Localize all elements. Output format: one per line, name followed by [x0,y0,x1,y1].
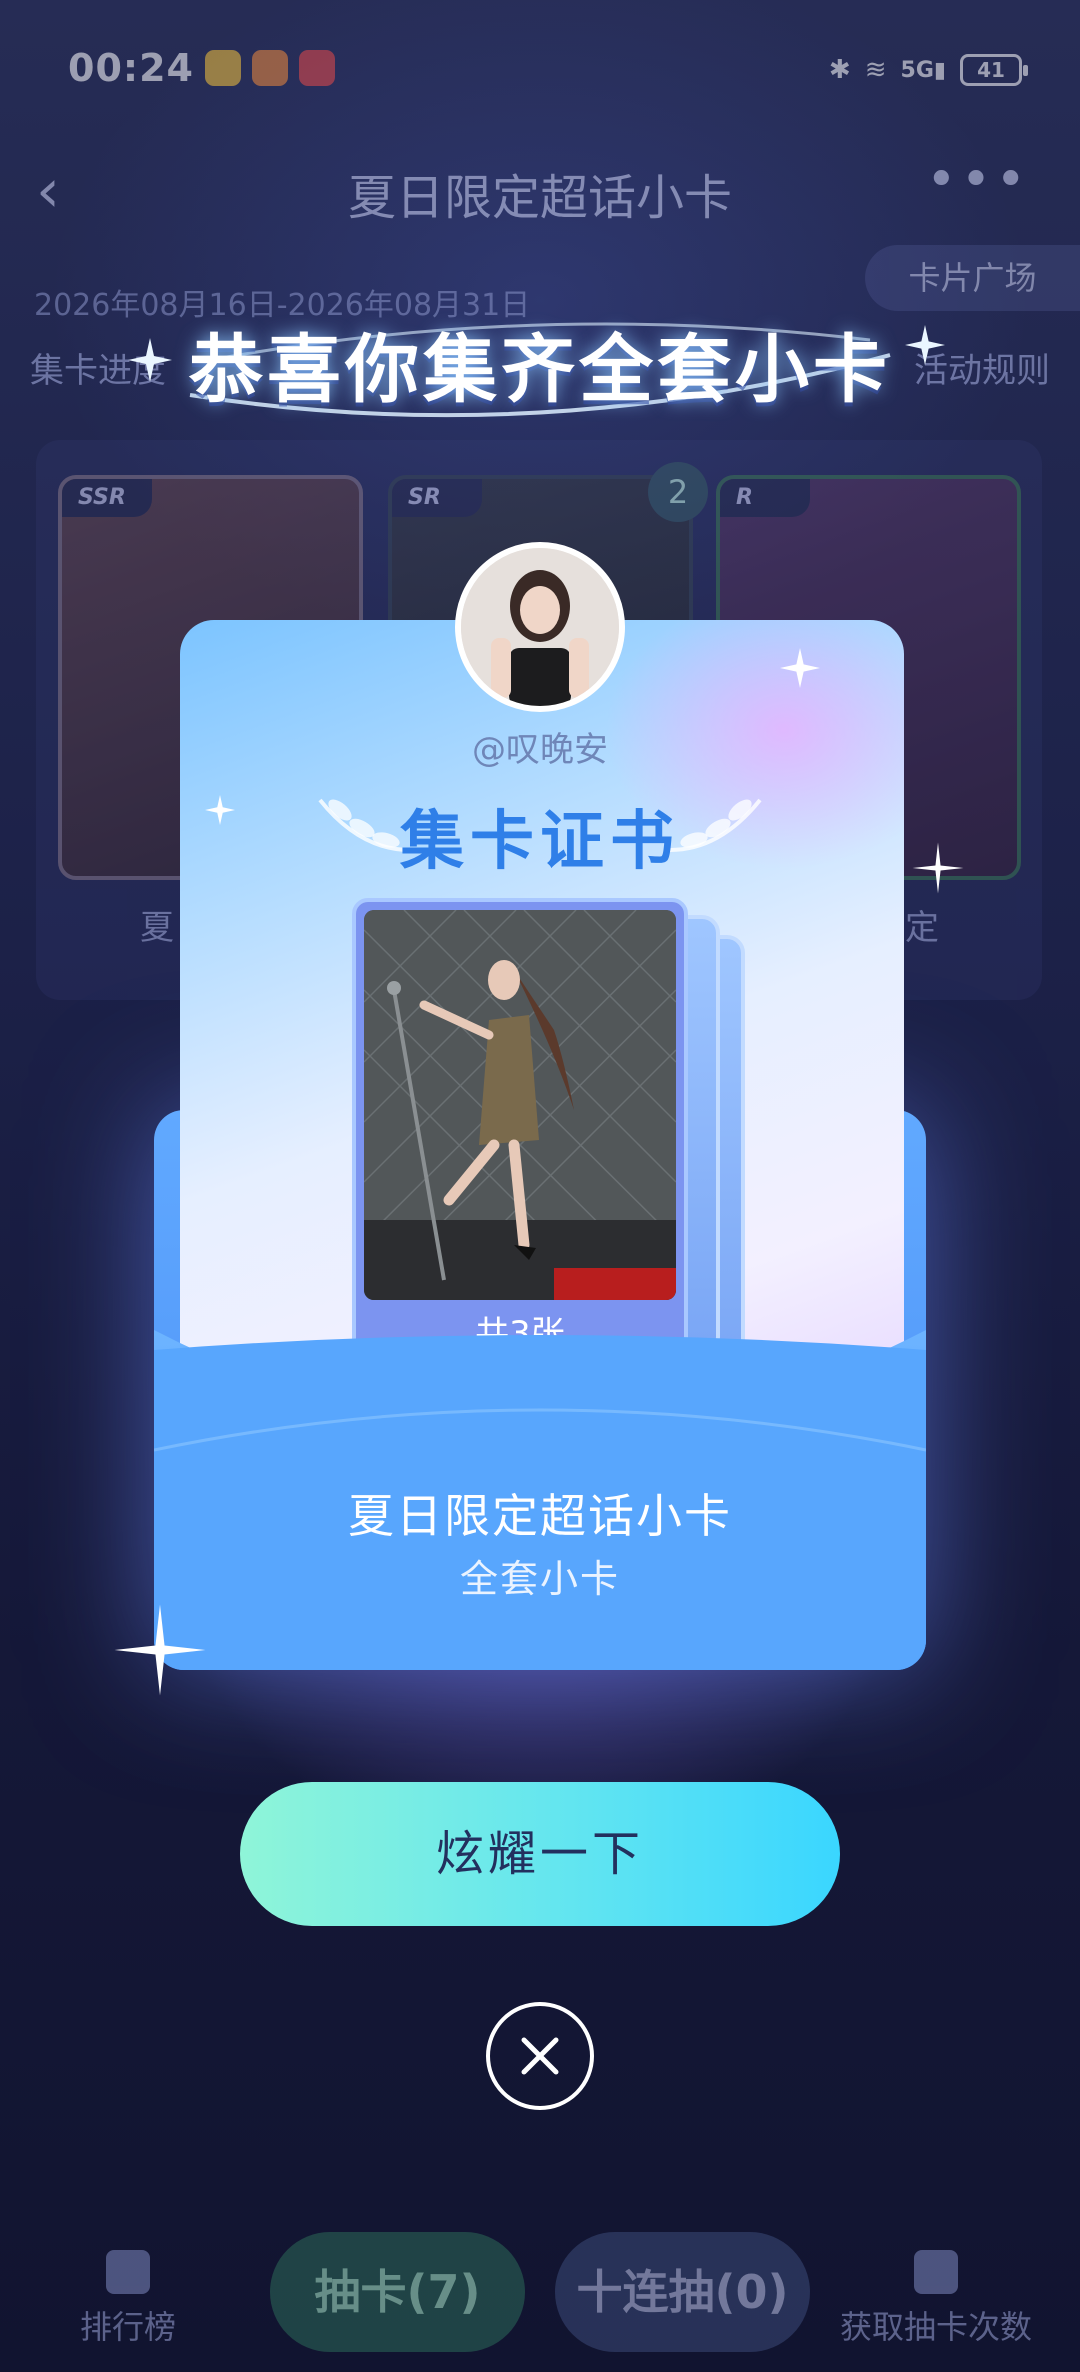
battery-icon: 41 [960,54,1028,86]
show-off-button[interactable]: 炫耀一下 [240,1782,840,1926]
collection-subtitle: 全套小卡 [459,1557,620,1601]
collection-title: 夏日限定超话小卡 [348,1489,732,1543]
draw-card-button[interactable]: 抽卡(7) [270,2232,525,2352]
card-label: 夏 [140,908,174,948]
page-title: 夏日限定超话小卡 [347,170,732,226]
sparkle-icon [912,842,964,894]
bottom-nav: 排行榜 抽卡(7) 十连抽(0) 获取抽卡次数 [0,2220,1080,2372]
top-bar: ‹ 夏日限定超话小卡 ••• [0,150,1080,230]
close-button[interactable] [486,2002,594,2110]
bluetooth-icon: ✱ [828,55,851,85]
ranking-label: 排行榜 [80,2308,177,2346]
rarity-tag: SSR [62,479,152,517]
document-icon [914,2250,958,2294]
sparkle-icon [905,325,945,365]
card-photo [364,910,676,1300]
sparkle-icon [128,338,172,382]
sparkle-icon [780,648,820,688]
card-label: 定 [905,908,939,948]
rarity-tag: SR [392,479,482,517]
card-count-badge: 2 [648,462,708,522]
signal-icon: 5G▮ [900,57,946,83]
get-draws-tab[interactable]: 获取抽卡次数 [840,2250,1032,2348]
weibo-app-icon [205,50,241,86]
ranking-icon [106,2250,150,2294]
shop-app-icon [299,50,335,86]
featured-card[interactable]: 共3张 [352,898,688,1366]
ten-draw-button[interactable]: 十连抽(0) [555,2232,810,2352]
status-time: 00:24 [68,46,194,90]
sparkle-icon [114,1604,206,1696]
more-dots-icon[interactable]: ••• [926,150,1030,210]
username: @叹晚安 [472,730,608,770]
status-bar: 00:24 ✱ ≋ 5G▮ 41 [0,40,1080,100]
avatar [455,542,625,712]
close-icon [521,2037,559,2075]
wifi-icon: ≋ [864,55,887,85]
status-icons: ✱ ≋ 5G▮ 41 [828,50,1028,90]
ranking-tab[interactable]: 排行榜 [80,2250,176,2348]
rarity-tag: R [720,479,810,517]
get-draws-label: 获取抽卡次数 [840,2308,1033,2346]
game-app-icon [252,50,288,86]
